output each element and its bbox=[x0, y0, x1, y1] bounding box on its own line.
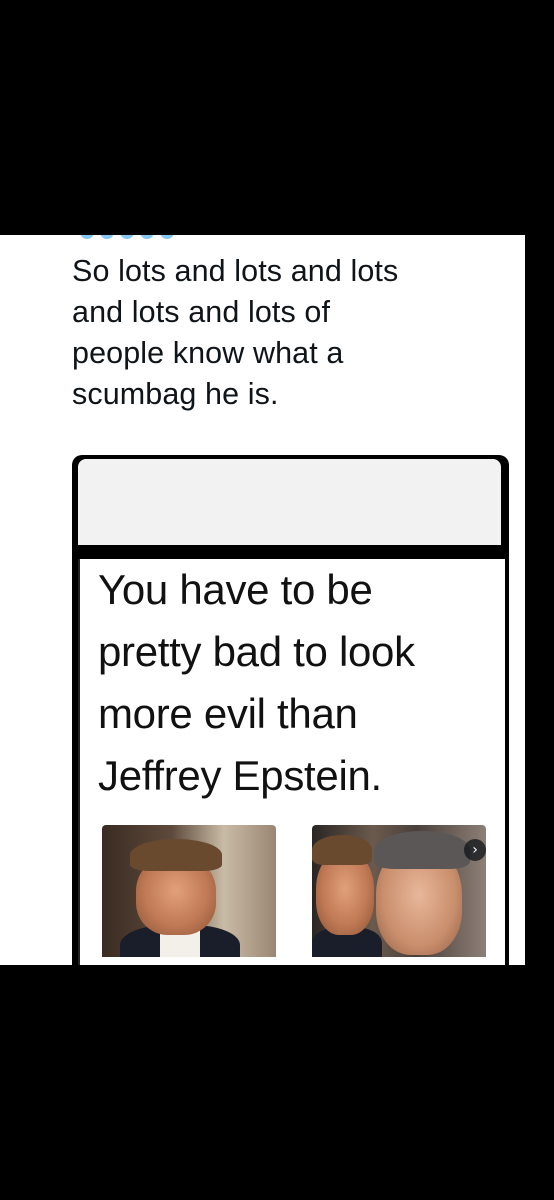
post-text-line: people know what a bbox=[72, 336, 344, 370]
hair-shape bbox=[374, 831, 470, 869]
tweet-panel: So lots and lots and lots and lots and l… bbox=[0, 235, 525, 965]
meme-image[interactable]: You have to be pretty bad to look more e… bbox=[78, 559, 505, 965]
meme-caption-line: Jeffrey Epstein. bbox=[98, 752, 382, 799]
photo-right: › bbox=[312, 825, 486, 957]
post-text-line: and lots and lots of bbox=[72, 295, 331, 329]
attached-media[interactable]: You have to be pretty bad to look more e… bbox=[72, 455, 509, 965]
meme-caption: You have to be pretty bad to look more e… bbox=[98, 559, 498, 807]
media-header-blank bbox=[78, 459, 501, 545]
hair-shape bbox=[312, 835, 372, 865]
cut-off-text-line bbox=[80, 235, 340, 239]
meme-caption-line: You have to be bbox=[98, 566, 373, 613]
post-text-line: So lots and lots and lots bbox=[72, 254, 399, 288]
meme-caption-line: more evil than bbox=[98, 690, 358, 737]
photo-left bbox=[102, 825, 276, 957]
post-text: So lots and lots and lots and lots and l… bbox=[72, 251, 512, 415]
post-text-line: scumbag he is. bbox=[72, 377, 279, 411]
hair-shape bbox=[130, 839, 222, 871]
screen: So lots and lots and lots and lots and l… bbox=[0, 0, 554, 1200]
chevron-right-icon[interactable]: › bbox=[464, 839, 486, 861]
meme-caption-line: pretty bad to look bbox=[98, 628, 415, 675]
